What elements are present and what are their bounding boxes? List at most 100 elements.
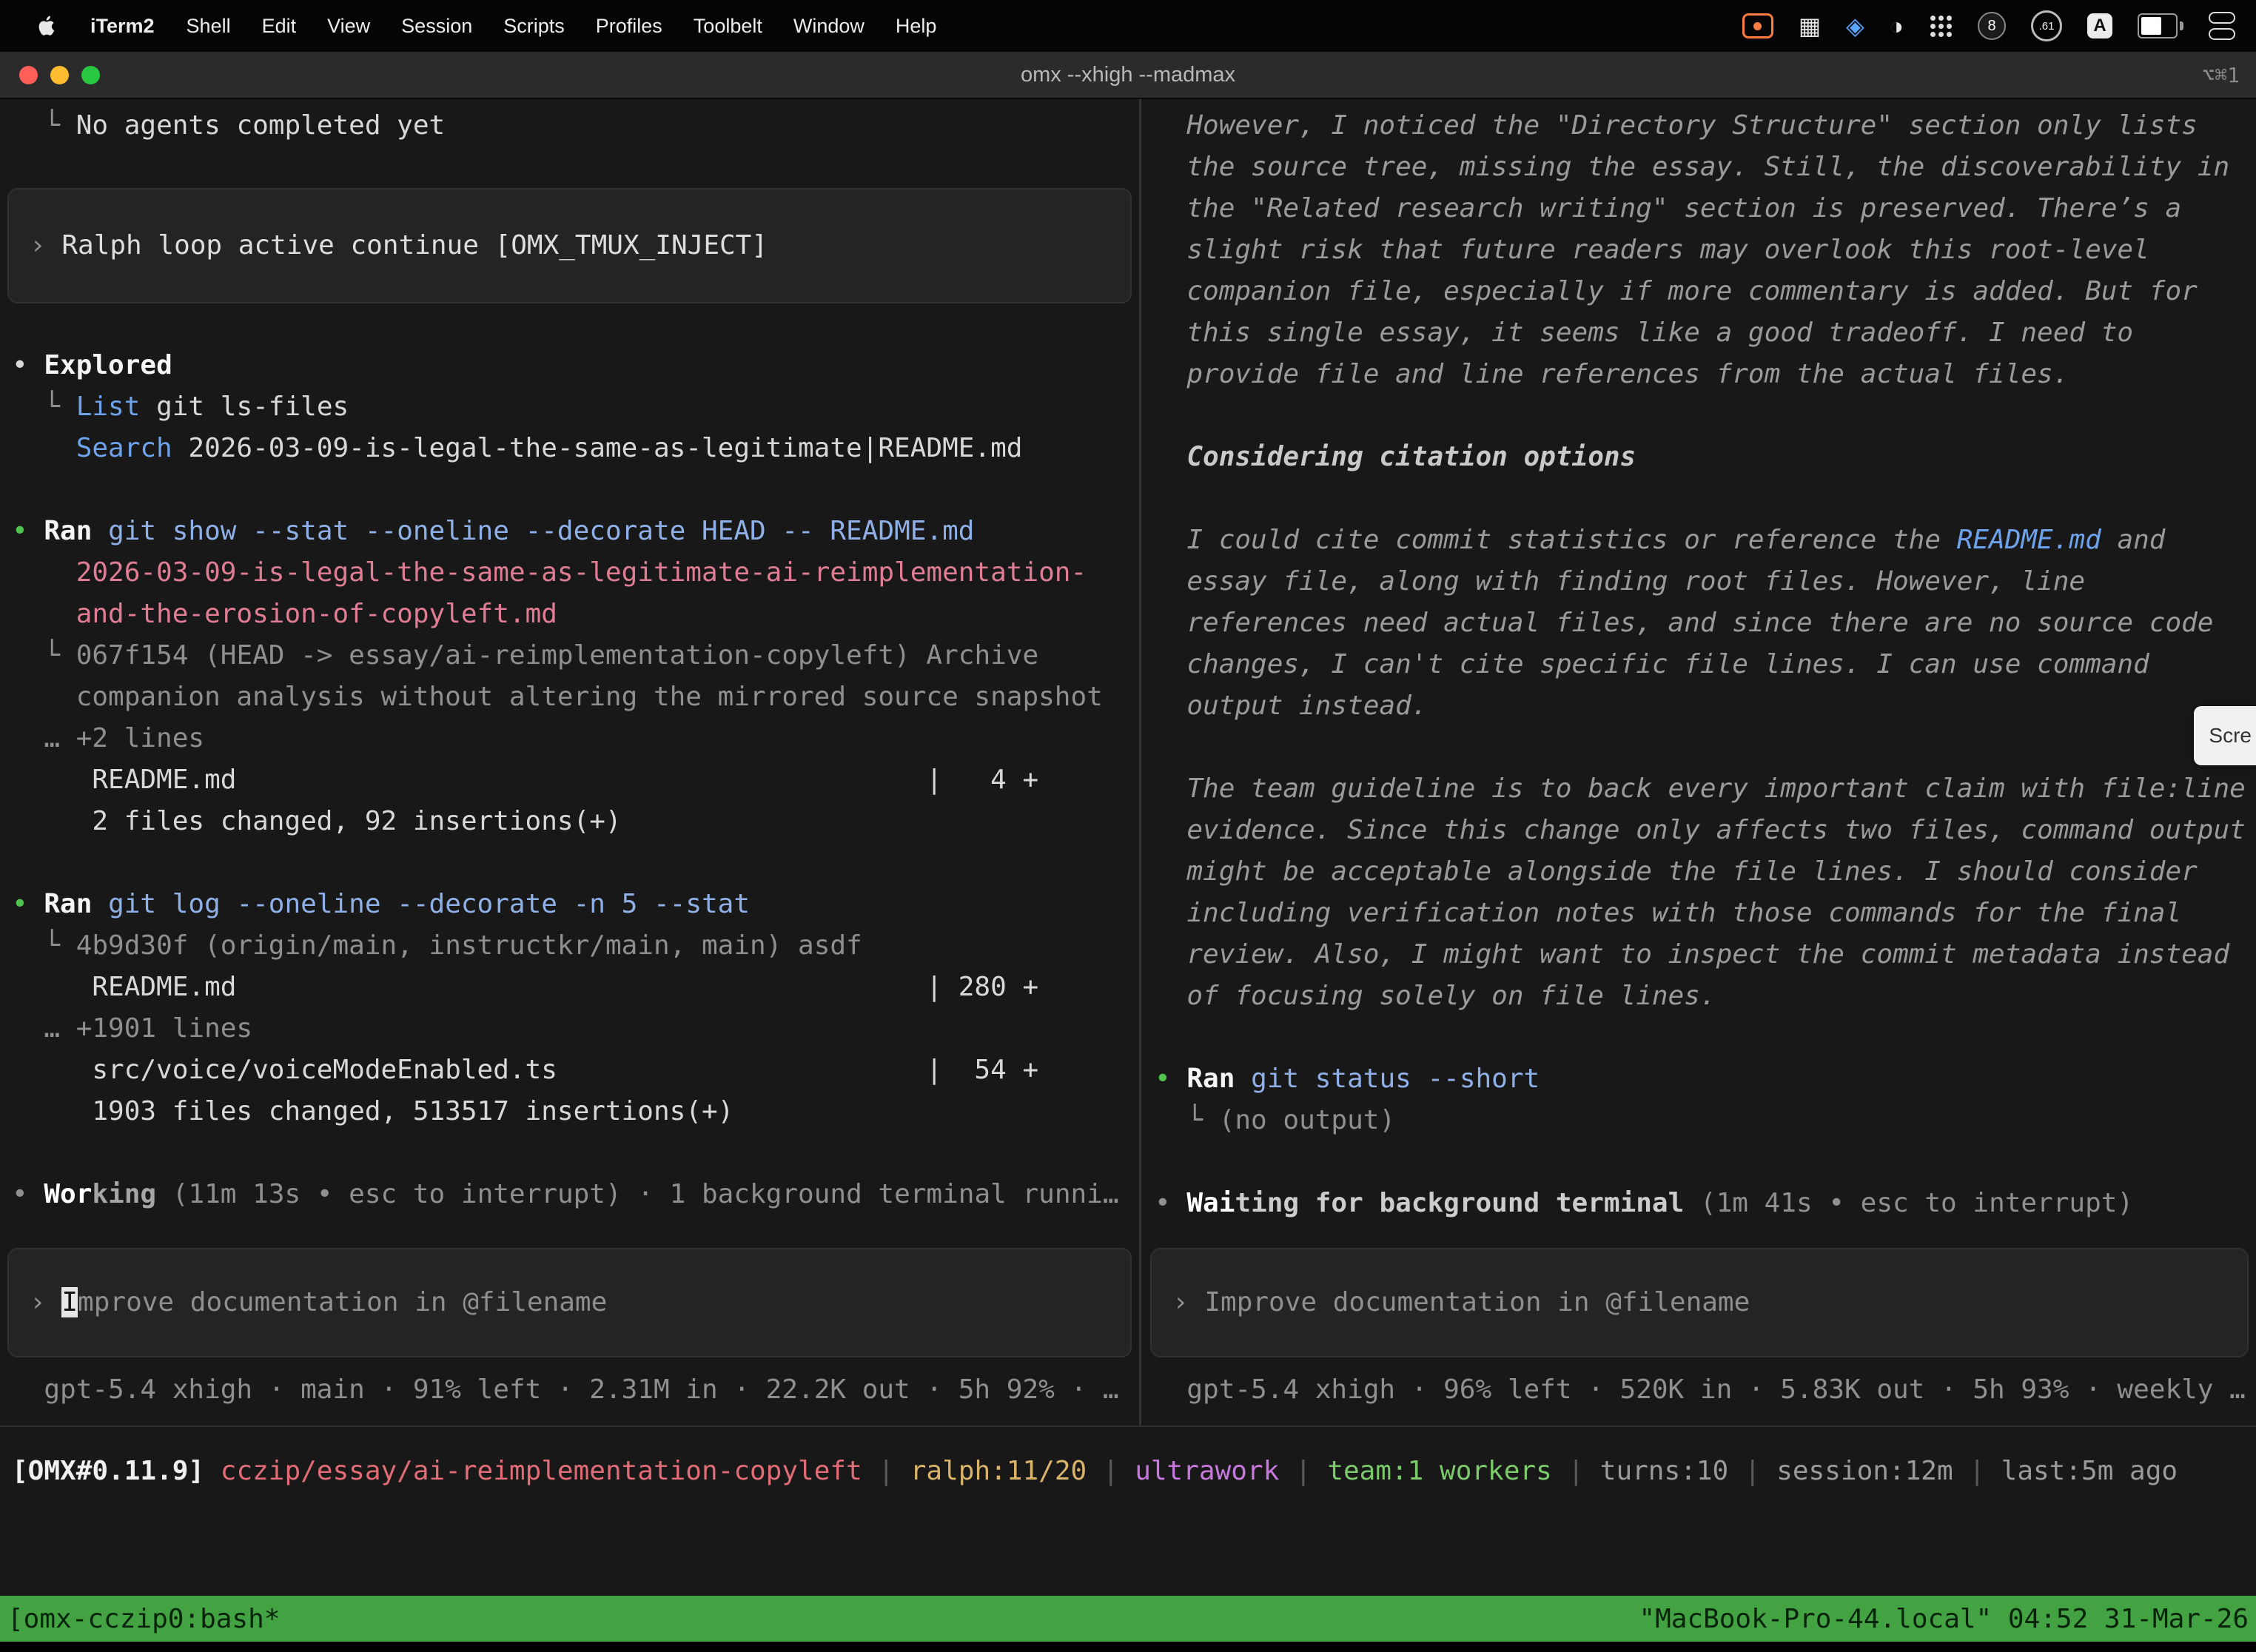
close-button[interactable] (19, 66, 38, 84)
menu-help[interactable]: Help (880, 15, 953, 38)
reasoning-paragraph-2: I could cite commit statistics or refere… (1155, 520, 2256, 727)
bullet-glyph: • (12, 350, 28, 380)
screen-recording-indicator-icon[interactable] (1742, 13, 1773, 38)
app-grid-icon[interactable] (1929, 14, 1953, 38)
menubar-app-name[interactable]: iTerm2 (74, 15, 171, 38)
window-titlebar[interactable]: omx --xhigh --madmax ⌥⌘1 (0, 52, 2256, 99)
show-more-line: … +2 lines (12, 718, 1139, 759)
window-shortcut-label: ⌥⌘1 (2202, 63, 2256, 87)
bullet-glyph: • (12, 889, 28, 919)
branch-glyph: └ (44, 110, 60, 141)
minimize-button[interactable] (50, 66, 69, 84)
menu-profiles[interactable]: Profiles (580, 15, 678, 38)
terminal-panes: └ No agents completed yet › Ralph loop act… (0, 99, 2256, 1426)
log-more-line: … +1901 lines (12, 1008, 1139, 1050)
list-cmd: git ls-files (156, 392, 349, 422)
log-commit-line: └4b9d30f (origin/main, instructkr/main, … (12, 925, 1139, 967)
ran-label: Ran (44, 889, 92, 919)
log-stat-line-1: README.md | 280 + (12, 967, 1139, 1008)
desktop: iTerm2 Shell Edit View Session Scripts P… (0, 0, 2256, 1652)
omx-ralph-counter: ralph:11/20 (910, 1456, 1087, 1486)
git-log-command: git log --oneline --decorate -n 5 --stat (108, 889, 750, 919)
no-agents-text: No agents completed yet (76, 110, 446, 141)
ran-label: Ran (44, 516, 92, 546)
bullet-glyph: • (1155, 1064, 1171, 1094)
omx-version: [OMX#0.11.9] (12, 1456, 204, 1486)
terminal-window: └ No agents completed yet › Ralph loop act… (0, 99, 2256, 1652)
control-center-icon[interactable] (2209, 12, 2235, 40)
show-arg-line-1: 2026-03-09-is-legal-the-same-as-legitima… (12, 552, 1139, 594)
git-status-output-line: └(no output) (1155, 1100, 2256, 1141)
right-terminal-pane[interactable]: However, I noticed the "Directory Struct… (1141, 99, 2256, 1426)
reasoning-heading: Considering citation options (1155, 437, 2256, 478)
bullet-glyph: • (1155, 1188, 1171, 1218)
keyboard-icon[interactable]: ▦ (1799, 14, 1821, 38)
show-arg-line-2: and-the-erosion-of-copyleft.md (12, 594, 1139, 635)
battery-icon[interactable] (2138, 13, 2183, 38)
waiting-status-line: •Waiting for background terminal(1m 41s … (1155, 1183, 2256, 1224)
prompt-glyph: › (1172, 1287, 1189, 1317)
reasoning-paragraph-3: The team guideline is to back every impo… (1155, 768, 2256, 1017)
menu-shell[interactable]: Shell (171, 15, 246, 38)
input-source-icon[interactable]: A (2087, 13, 2112, 38)
reasoning-paragraph-1: However, I noticed the "Directory Struct… (1155, 105, 2256, 395)
branch-glyph: └ (1186, 1105, 1203, 1135)
working-shimmer: Wor (44, 1179, 92, 1209)
list-line: └Listgit ls-files (12, 386, 1139, 428)
gauge-icon[interactable]: .61 (2031, 10, 2062, 41)
ran-git-show-line: •Rangit show --stat --oneline --decorate… (12, 511, 1139, 552)
omx-branch: cczip/essay/ai-reimplementation-copyleft (221, 1456, 862, 1486)
blue-app-icon[interactable]: ◈ (1846, 14, 1864, 38)
text-cursor: I (61, 1287, 78, 1317)
working-status-line: •Working(11m 13s • esc to interrupt) · 1… (12, 1174, 1139, 1215)
tmux-session-window: [omx-cczip0:bash* (7, 1604, 280, 1634)
show-stat-line: README.md | 4 + (12, 759, 1139, 801)
branch-glyph: └ (44, 392, 60, 422)
screen-share-pill[interactable]: Scre (2194, 706, 2256, 765)
inject-text: Ralph loop active continue [OMX_TMUX_INJ… (61, 230, 768, 261)
menubar-menus: iTerm2 Shell Edit View Session Scripts P… (21, 14, 952, 38)
left-session-status: gpt-5.4 xhigh · main · 91% left · 2.31M … (12, 1369, 1139, 1411)
zoom-button[interactable] (81, 66, 100, 84)
dark-app-icon[interactable]: ◑ (1890, 14, 1904, 38)
eight-ball-icon[interactable]: 8 (1978, 12, 2006, 40)
readme-link: README.md (1957, 525, 2101, 555)
left-prompt-input[interactable]: ›Improve documentation in @filename (7, 1248, 1132, 1357)
tmux-host-clock: "MacBook-Pro-44.local" 04:52 31-Mar-26 (1639, 1604, 2249, 1634)
menu-session[interactable]: Session (386, 15, 488, 38)
omx-session-time: session:12m (1776, 1456, 1953, 1486)
left-terminal-pane[interactable]: └No agents completed yet ›Ralph loop act… (0, 99, 1139, 1426)
git-status-command: git status --short (1251, 1064, 1540, 1094)
omx-status-bar: [OMX#0.11.9] cczip/essay/ai-reimplementat… (0, 1426, 2256, 1596)
log-summary-line: 1903 files changed, 513517 insertions(+) (12, 1091, 1139, 1132)
omx-mode: ultrawork (1135, 1456, 1279, 1486)
menu-toolbelt[interactable]: Toolbelt (678, 15, 778, 38)
menu-edit[interactable]: Edit (246, 15, 312, 38)
explored-line: • Explored (12, 345, 1139, 386)
window-title: omx --xhigh --madmax (1021, 63, 1235, 87)
macos-menubar: iTerm2 Shell Edit View Session Scripts P… (0, 0, 2256, 52)
tmux-status-bar: [omx-cczip0:bash* "MacBook-Pro-44.local"… (0, 1596, 2256, 1642)
show-commit-line: └067f154 (HEAD -> essay/ai-reimplementat… (12, 635, 1139, 676)
waiting-shimmer: Wai (1186, 1188, 1235, 1218)
menu-window[interactable]: Window (778, 15, 880, 38)
omx-team: team:1 workers (1327, 1456, 1551, 1486)
omx-last-activity: last:5m ago (2001, 1456, 2178, 1486)
apple-menu-icon[interactable] (21, 14, 74, 38)
menu-view[interactable]: View (312, 15, 386, 38)
show-summary-line: 2 files changed, 92 insertions(+) (12, 801, 1139, 842)
explored-title: Explored (44, 350, 172, 380)
right-session-status: gpt-5.4 xhigh · 96% left · 520K in · 5.8… (1155, 1369, 2256, 1411)
ran-git-status-line: •Rangit status --short (1155, 1058, 2256, 1100)
input-placeholder: Improve documentation in @filename (1204, 1287, 1750, 1317)
bullet-glyph: • (12, 516, 28, 546)
bullet-glyph: • (12, 1179, 28, 1209)
menu-scripts[interactable]: Scripts (488, 15, 580, 38)
waiting-detail: (1m 41s • esc to interrupt) (1700, 1188, 2133, 1218)
log-stat-line-2: src/voice/voiceModeEnabled.ts | 54 + (12, 1050, 1139, 1091)
menubar-status-icons: ▦ ◈ ◑ 8 .61 A (1742, 10, 2235, 41)
omx-turns: turns:10 (1600, 1456, 1728, 1486)
screen-bottom-gap (0, 1642, 2256, 1652)
right-prompt-input[interactable]: › Improve documentation in @filename (1150, 1248, 2249, 1357)
traffic-lights (0, 66, 100, 84)
